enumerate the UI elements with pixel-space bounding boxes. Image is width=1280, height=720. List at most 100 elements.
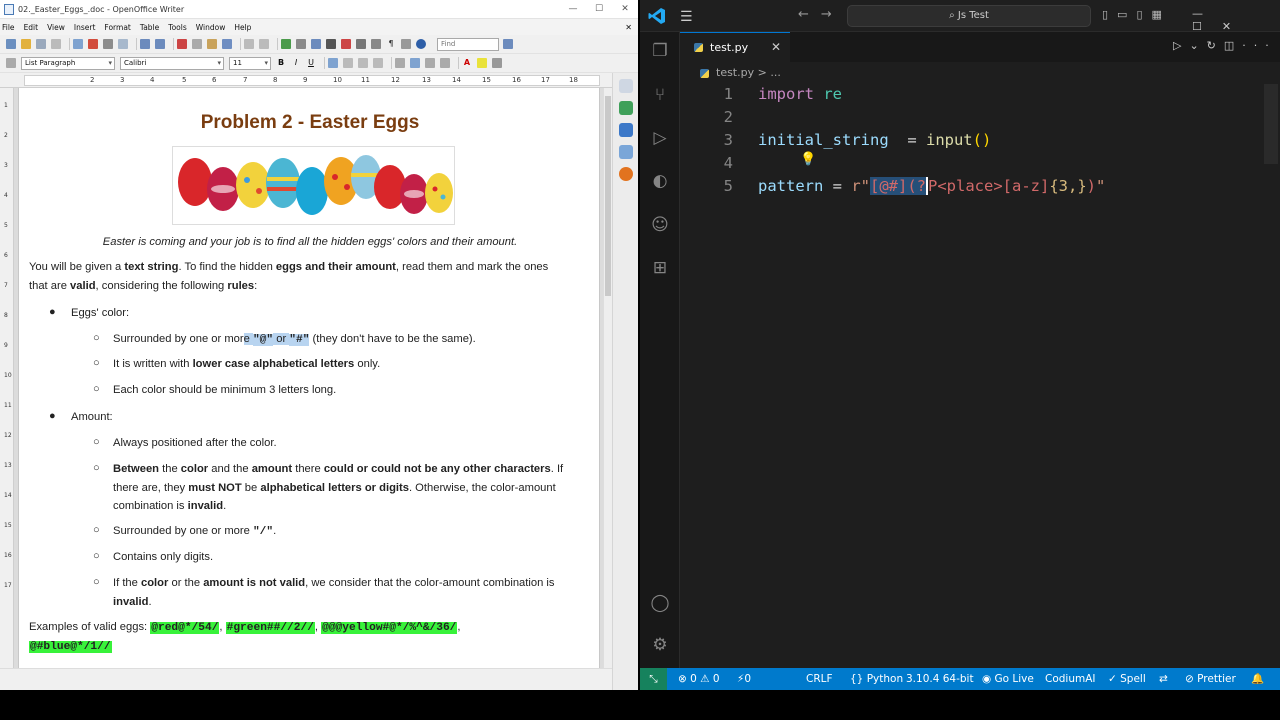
styles-formatting-icon[interactable] [618,123,633,137]
menu-icon[interactable]: ☰ [680,9,693,25]
export-pdf-icon[interactable] [88,39,98,49]
notifications-bell-icon[interactable]: 🔔 [1251,668,1264,690]
menu-tools[interactable]: Tools [168,23,186,32]
datasources-icon[interactable] [371,39,381,49]
explorer-icon[interactable]: ❐ [649,40,671,62]
sync-icon[interactable]: ⇄ [1159,668,1168,690]
increase-indent-icon[interactable] [440,58,450,68]
paragraph-style-select[interactable]: List Paragraph [21,56,115,70]
close-icon[interactable]: ✕ [612,4,638,14]
lightbulb-icon[interactable]: 💡 [800,152,816,167]
properties-icon[interactable] [618,101,633,115]
breadcrumb-more[interactable]: ... [770,66,781,79]
ports-indicator[interactable]: ⚡0 [737,668,751,690]
font-size-select[interactable]: 11 [229,56,271,70]
prettier-indicator[interactable]: ⊘ Prettier [1185,668,1236,690]
source-control-icon[interactable]: ⑂ [649,84,671,106]
underline-icon[interactable]: U [306,58,316,68]
justify-icon[interactable] [373,58,383,68]
settings-gear-icon[interactable]: ⚙ [649,634,671,656]
spell-indicator[interactable]: ✓ Spell [1108,668,1146,690]
menu-help[interactable]: Help [234,23,251,32]
table-icon[interactable] [296,39,306,49]
interpreter-indicator[interactable]: 3.10.4 64-bit [906,668,974,690]
menu-window[interactable]: Window [196,23,226,32]
gallery-icon[interactable] [356,39,366,49]
zoom-icon[interactable] [401,39,411,49]
document-page[interactable]: Problem 2 - Easter Eggs Easter is coming… [18,88,600,668]
run-debug-icon[interactable]: ▷ [649,127,671,149]
menu-file[interactable]: File [2,23,15,32]
print-icon[interactable] [103,39,113,49]
cut-icon[interactable] [177,39,187,49]
paste-icon[interactable] [207,39,217,49]
command-center-search[interactable]: ⌕ Js Test [847,5,1091,27]
account-icon[interactable]: ◯ [649,592,671,614]
save-icon[interactable] [36,39,46,49]
layout-icon[interactable]: ▯▭▯▦ [1102,8,1171,21]
find-replace-icon[interactable] [326,39,336,49]
open-icon[interactable] [21,39,31,49]
copy-icon[interactable] [192,39,202,49]
menu-edit[interactable]: Edit [24,23,39,32]
bullets-icon[interactable] [410,58,420,68]
code-editor[interactable]: 1 import re 2 3 initial_string = input()… [680,84,1280,668]
italic-icon[interactable]: I [291,58,301,68]
hyperlink-icon[interactable] [281,39,291,49]
numbering-icon[interactable] [395,58,405,68]
bold-icon[interactable]: B [276,58,286,68]
close-document-icon[interactable]: ✕ [625,23,632,32]
sidebar-menu-icon[interactable] [618,79,633,93]
menu-table[interactable]: Table [140,23,159,32]
find-next-icon[interactable] [503,39,513,49]
align-center-icon[interactable] [343,58,353,68]
run-actions-icon[interactable]: ▷⌄↻◫··· [1173,39,1277,52]
spellcheck-icon[interactable] [140,39,150,49]
extensions-icon[interactable]: ⊞ [649,257,671,279]
formatting-marks-icon[interactable]: ¶ [386,39,396,49]
font-name-select[interactable]: Calibri [120,56,224,70]
styles-icon[interactable] [6,58,16,68]
find-input[interactable]: Find [437,37,499,51]
language-indicator[interactable]: {} Python [850,668,903,690]
show-draw-icon[interactable] [311,39,321,49]
scrollbar-thumb[interactable] [605,96,611,296]
help-icon[interactable] [416,39,426,49]
navigation-arrows-icon[interactable]: ←→ [798,7,844,22]
email-icon[interactable] [51,39,61,49]
tab-test-py[interactable]: test.py ✕ [680,32,790,62]
gallery-sidebar-icon[interactable] [618,145,633,159]
new-icon[interactable] [6,39,16,49]
golive-button[interactable]: ◉ Go Live [982,668,1034,690]
window-controls-icon[interactable]: —☐✕ [1192,7,1280,33]
codiumai-indicator[interactable]: CodiumAI [1045,668,1096,690]
eol-indicator[interactable]: CRLF [806,668,833,690]
menu-view[interactable]: View [47,23,65,32]
decrease-indent-icon[interactable] [425,58,435,68]
minimize-icon[interactable]: — [560,4,586,14]
remote-explorer-icon[interactable]: ◐ [649,170,671,192]
close-tab-icon[interactable]: ✕ [771,33,781,62]
undo-icon[interactable] [244,39,254,49]
breadcrumb-file[interactable]: test.py [716,66,754,79]
maximize-icon[interactable]: ☐ [586,4,612,14]
edit-file-icon[interactable] [73,39,83,49]
redo-icon[interactable] [259,39,269,49]
document-area[interactable]: Problem 2 - Easter Eggs Easter is coming… [14,88,603,668]
align-right-icon[interactable] [358,58,368,68]
background-color-icon[interactable] [492,58,502,68]
menu-format[interactable]: Format [104,23,130,32]
menu-insert[interactable]: Insert [74,23,96,32]
navigator-sidebar-icon[interactable] [618,167,633,181]
navigator-icon[interactable] [341,39,351,49]
testing-icon[interactable]: ☺ [649,214,671,236]
autospell-icon[interactable] [155,39,165,49]
page-preview-icon[interactable] [118,39,128,49]
font-color-icon[interactable]: A [462,58,472,68]
document-scrollbar[interactable] [603,88,612,668]
minimap[interactable] [1264,84,1278,164]
align-left-icon[interactable] [328,58,338,68]
problems-indicator[interactable]: ⊗ 0 ⚠ 0 [678,668,720,690]
highlight-icon[interactable] [477,58,487,68]
remote-indicator-icon[interactable]: ⤡ [640,668,667,690]
